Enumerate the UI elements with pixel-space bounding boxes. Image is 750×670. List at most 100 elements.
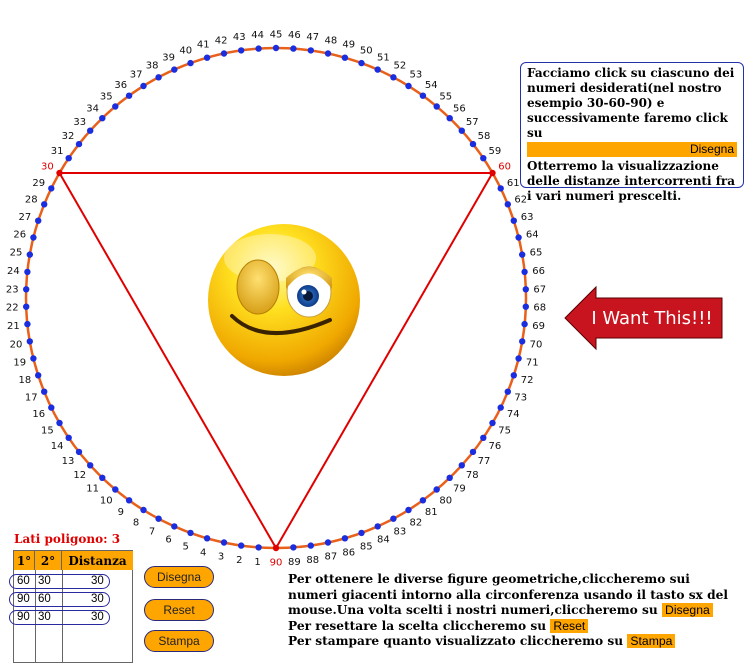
number-dot[interactable] <box>290 544 297 551</box>
number-label[interactable]: 79 <box>453 483 466 494</box>
print-button[interactable]: Stampa <box>144 630 214 652</box>
number-label[interactable]: 63 <box>521 212 534 223</box>
number-dot[interactable] <box>515 234 522 241</box>
number-dot[interactable] <box>56 419 63 427</box>
number-dot[interactable] <box>358 529 365 537</box>
number-dot[interactable] <box>220 539 228 546</box>
number-label[interactable]: 50 <box>360 45 373 56</box>
number-label[interactable]: 56 <box>453 104 466 115</box>
number-dot[interactable] <box>26 338 33 345</box>
number-dot[interactable] <box>87 462 94 469</box>
number-label[interactable]: 4 <box>200 547 206 558</box>
number-dot[interactable] <box>30 355 37 362</box>
number-label[interactable]: 18 <box>19 375 32 386</box>
number-label[interactable]: 51 <box>377 52 390 63</box>
number-dot[interactable] <box>446 474 453 481</box>
number-dot[interactable] <box>497 404 504 411</box>
number-dot[interactable] <box>515 355 522 362</box>
number-label[interactable]: 71 <box>526 357 539 368</box>
number-label[interactable]: 25 <box>10 248 23 259</box>
number-dot[interactable] <box>374 66 381 73</box>
number-label[interactable]: 5 <box>183 542 189 553</box>
number-label[interactable]: 21 <box>7 321 20 332</box>
number-dot[interactable] <box>510 217 517 224</box>
number-label[interactable]: 74 <box>507 409 520 420</box>
number-dot[interactable] <box>522 286 529 293</box>
number-label[interactable]: 78 <box>466 470 479 481</box>
number-label[interactable]: 23 <box>6 284 19 295</box>
number-dot[interactable] <box>458 462 465 469</box>
number-label[interactable]: 70 <box>530 339 543 350</box>
number-label[interactable]: 48 <box>325 35 338 46</box>
number-dot[interactable] <box>341 54 349 61</box>
number-label[interactable]: 12 <box>73 470 86 481</box>
number-label[interactable]: 67 <box>533 284 546 295</box>
number-label[interactable]: 43 <box>233 32 246 43</box>
number-label[interactable]: 30 <box>41 162 54 173</box>
number-label[interactable]: 10 <box>100 496 113 507</box>
number-dot[interactable] <box>171 523 178 530</box>
number-label[interactable]: 47 <box>306 32 319 43</box>
number-label[interactable]: 86 <box>342 547 355 558</box>
number-dot[interactable] <box>446 115 453 122</box>
number-label[interactable]: 49 <box>342 40 355 51</box>
number-label[interactable]: 41 <box>197 40 210 51</box>
number-dot[interactable] <box>220 50 228 57</box>
number-dot[interactable] <box>405 82 412 90</box>
number-label[interactable]: 81 <box>425 507 438 518</box>
number-dot[interactable] <box>504 201 511 208</box>
draw-button[interactable]: Disegna <box>144 566 214 588</box>
number-label[interactable]: 31 <box>51 146 64 157</box>
number-dot[interactable] <box>489 419 496 427</box>
number-dot[interactable] <box>341 535 349 542</box>
number-label[interactable]: 84 <box>377 535 390 546</box>
number-dot[interactable] <box>489 169 496 177</box>
number-dot[interactable] <box>26 251 33 258</box>
number-dot[interactable] <box>30 234 37 241</box>
number-dot[interactable] <box>87 127 94 134</box>
number-label[interactable]: 58 <box>478 131 491 142</box>
number-label[interactable]: 35 <box>100 91 113 102</box>
number-label[interactable]: 66 <box>532 266 545 277</box>
number-label[interactable]: 8 <box>133 517 139 528</box>
number-label[interactable]: 54 <box>425 80 438 91</box>
number-dot[interactable] <box>504 388 511 395</box>
table-row[interactable]: 90 30 30 <box>9 610 110 625</box>
number-label[interactable]: 46 <box>288 30 301 41</box>
number-label[interactable]: 24 <box>7 266 20 277</box>
table-row[interactable]: 60 30 30 <box>9 574 110 589</box>
number-label[interactable]: 15 <box>41 426 54 437</box>
number-dot[interactable] <box>155 515 162 522</box>
number-label[interactable]: 55 <box>439 91 452 102</box>
number-dot[interactable] <box>112 103 119 110</box>
number-dot[interactable] <box>23 303 30 310</box>
number-dot[interactable] <box>125 497 133 504</box>
number-label[interactable]: 28 <box>25 195 38 206</box>
number-label[interactable]: 16 <box>32 409 45 420</box>
number-dot[interactable] <box>519 251 526 258</box>
number-label[interactable]: 39 <box>162 52 175 63</box>
number-dot[interactable] <box>374 523 381 530</box>
number-label[interactable]: 53 <box>410 70 423 81</box>
number-label[interactable]: 3 <box>218 552 224 563</box>
number-label[interactable]: 1 <box>254 557 260 568</box>
number-dot[interactable] <box>48 404 55 411</box>
number-label[interactable]: 37 <box>130 70 143 81</box>
number-label[interactable]: 13 <box>62 456 75 467</box>
number-label[interactable]: 7 <box>149 527 155 538</box>
number-dot[interactable] <box>307 47 314 54</box>
number-label[interactable]: 60 <box>498 162 511 173</box>
number-dot[interactable] <box>433 103 440 110</box>
number-label[interactable]: 59 <box>489 146 502 157</box>
number-label[interactable]: 9 <box>118 507 124 518</box>
number-dot[interactable] <box>35 217 42 224</box>
number-label[interactable]: 34 <box>86 104 99 115</box>
number-label[interactable]: 75 <box>498 426 511 437</box>
number-label[interactable]: 62 <box>514 195 527 206</box>
number-dot[interactable] <box>419 497 427 504</box>
number-dot[interactable] <box>497 185 504 192</box>
number-dot[interactable] <box>238 47 245 54</box>
number-label[interactable]: 22 <box>6 303 19 314</box>
number-label[interactable]: 11 <box>86 483 99 494</box>
number-dot[interactable] <box>187 529 194 537</box>
